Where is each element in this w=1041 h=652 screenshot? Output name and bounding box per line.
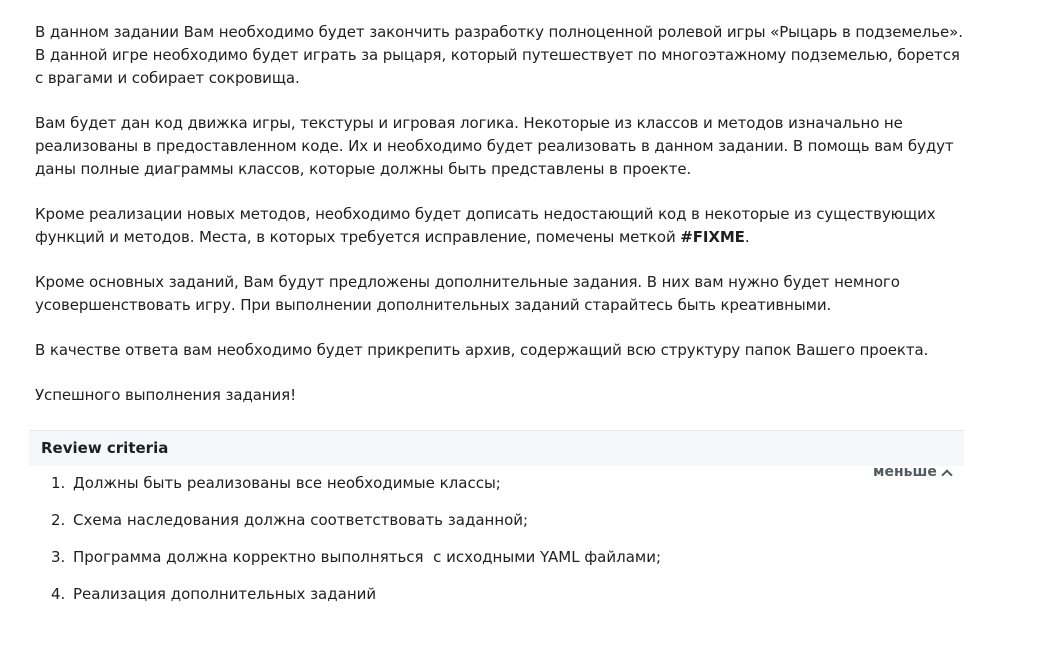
list-item-text: Реализация дополнительных заданий	[73, 585, 377, 603]
fixme-tag: #FIXME	[680, 228, 745, 246]
list-item: 3. Программа должна корректно выполнятьс…	[51, 546, 661, 583]
description-paragraph: Вам будет дан код движка игры, текстуры …	[35, 114, 954, 178]
list-item-text: Схема наследования должна соответствоват…	[73, 511, 529, 529]
show-less-label: меньше	[873, 464, 937, 480]
description-paragraph: В качестве ответа вам необходимо будет п…	[35, 341, 929, 359]
list-item-number: 2.	[51, 511, 66, 529]
review-criteria-list: 1. Должны быть реализованы все необходим…	[51, 472, 661, 620]
list-item: 2. Схема наследования должна соответство…	[51, 509, 661, 546]
list-item-text: Должны быть реализованы все необходимые …	[73, 474, 501, 492]
list-item-text: Программа должна корректно выполняться с…	[73, 548, 662, 566]
list-item: 4. Реализация дополнительных заданий	[51, 583, 661, 620]
assignment-description: В данном задании Вам необходимо будет за…	[35, 21, 970, 407]
description-paragraph: Успешного выполнения задания!	[35, 386, 297, 404]
list-item-number: 1.	[51, 474, 66, 492]
show-less-button[interactable]: меньше	[873, 461, 953, 484]
description-paragraph: Кроме основных заданий, Вам будут предло…	[35, 273, 900, 314]
description-text: Кроме реализации новых методов, необходи…	[35, 205, 936, 246]
review-criteria-header: Review criteria	[29, 430, 964, 466]
description-paragraph: В данном задании Вам необходимо будет за…	[35, 23, 963, 87]
description-text: .	[744, 228, 750, 246]
list-item-number: 4.	[51, 585, 66, 603]
list-item: 1. Должны быть реализованы все необходим…	[51, 472, 661, 509]
description-paragraph: Кроме реализации новых методов, необходи…	[35, 203, 970, 249]
chevron-up-icon	[941, 468, 953, 481]
list-item-number: 3.	[51, 548, 66, 566]
review-criteria-title: Review criteria	[41, 439, 169, 457]
